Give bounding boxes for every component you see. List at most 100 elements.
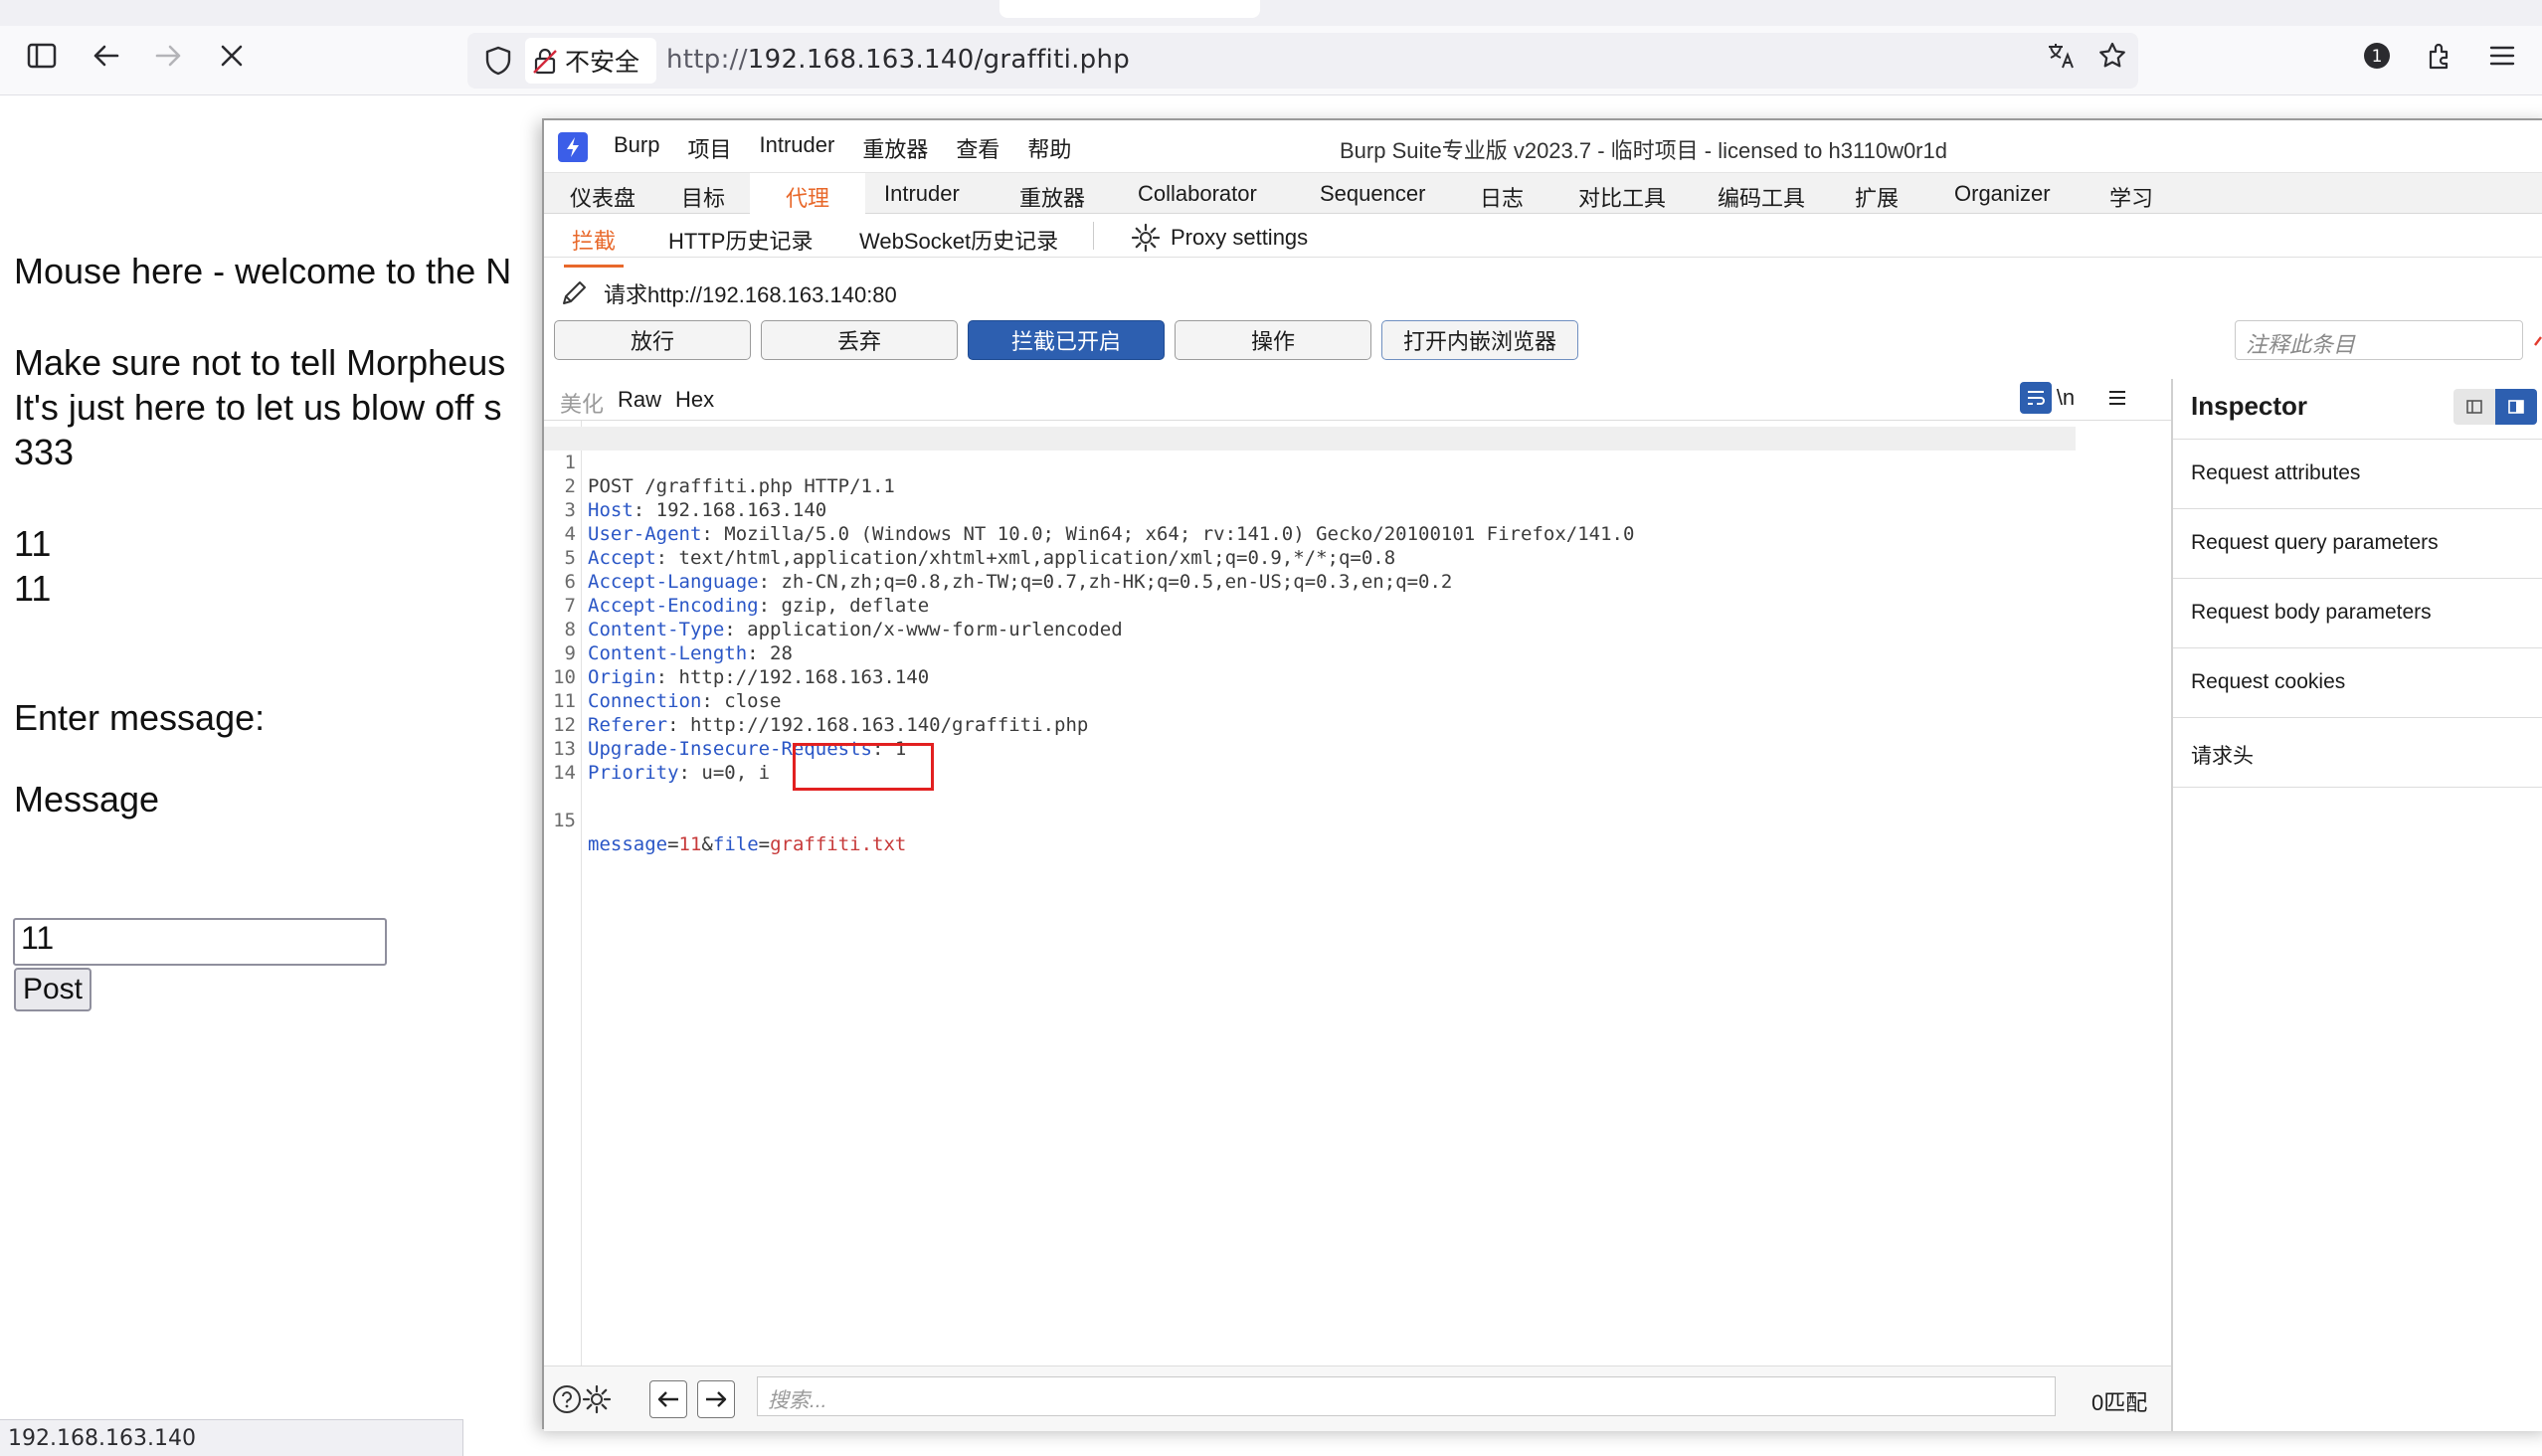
layout-panel-icon[interactable]	[2495, 389, 2537, 425]
inspector-request-headers[interactable]: 请求头	[2173, 718, 2542, 788]
page-morpheus-text: Make sure not to tell Morpheus	[14, 342, 506, 383]
site-security-indicator[interactable]: 不安全	[525, 38, 656, 84]
tab-target[interactable]: 目标	[681, 181, 725, 213]
body-ampersand: &	[701, 833, 713, 855]
show-newlines-toggle[interactable]: \n	[2050, 382, 2082, 414]
page-blow-off-text: It's just here to let us blow off s	[14, 387, 502, 428]
url-host-path: 192.168.163.140/graffiti.php	[747, 45, 1131, 75]
tab-hex[interactable]: Hex	[675, 387, 714, 413]
inspector-cookies[interactable]: Request cookies	[2173, 648, 2542, 718]
request-line: 14	[544, 737, 2171, 784]
tab-sequencer[interactable]: Sequencer	[1320, 181, 1425, 207]
request-line: 10 Connection: close	[544, 641, 2171, 712]
line-number: 15	[553, 810, 576, 831]
forward-icon[interactable]	[149, 36, 189, 76]
message-label: Message	[14, 779, 160, 819]
url-text[interactable]: http://192.168.163.140/graffiti.php	[666, 45, 1130, 75]
graffiti-entry: 11	[14, 568, 52, 609]
graffiti-entry: 333	[14, 432, 75, 472]
request-line: 3 User-Agent: Mozilla/5.0 (Windows NT 10…	[544, 474, 2171, 545]
menu-help[interactable]: 帮助	[1027, 132, 1071, 164]
proxy-settings-button[interactable]: Proxy settings	[1131, 223, 1308, 253]
proxy-settings-label: Proxy settings	[1171, 225, 1309, 250]
translate-icon[interactable]	[2043, 36, 2083, 76]
tab-learn[interactable]: 学习	[2109, 181, 2153, 213]
menu-project[interactable]: 项目	[687, 132, 731, 164]
search-settings-gear-icon[interactable]	[578, 1380, 616, 1418]
search-input[interactable]: 搜索...	[757, 1376, 2056, 1416]
request-target-label: 请求http://192.168.163.140:80	[604, 282, 897, 307]
inspector-title: Inspector	[2191, 391, 2308, 421]
tab-extensions[interactable]: 扩展	[1855, 181, 1899, 213]
post-button[interactable]: Post	[14, 968, 91, 1011]
app-menu-icon[interactable]	[2482, 36, 2522, 76]
tab-raw[interactable]: Raw	[595, 387, 684, 425]
highlight-box	[793, 743, 934, 791]
window-title: Burp Suite专业版 v2023.7 - 临时项目 - licensed …	[1340, 138, 1947, 163]
intercept-toggle-button[interactable]: 拦截已开启	[968, 320, 1165, 360]
bookmark-star-icon[interactable]	[2092, 36, 2132, 76]
menu-repeater[interactable]: 重放器	[862, 132, 928, 164]
action-button[interactable]: 操作	[1175, 320, 1371, 360]
tracking-protection-shield-icon[interactable]	[481, 44, 515, 78]
annotation-input[interactable]: 注释此条目	[2235, 320, 2523, 360]
tab-pretty[interactable]: 美化	[560, 387, 604, 419]
request-line	[544, 761, 2171, 785]
tab-proxy[interactable]: 代理	[767, 181, 848, 222]
burp-menu-bar: Burp 项目 Intruder 重放器 查看 帮助	[614, 132, 1071, 164]
editor-menu-icon[interactable]	[2101, 382, 2133, 414]
subtab-intercept[interactable]: 拦截	[563, 224, 625, 268]
tab-dashboard[interactable]: 仪表盘	[570, 181, 636, 213]
forward-button[interactable]: 放行	[554, 320, 751, 360]
match-count: 0匹配	[2091, 1390, 2148, 1415]
tab-comparer[interactable]: 对比工具	[1578, 181, 1666, 213]
subtab-websocket-history[interactable]: WebSocket历史记录	[859, 224, 1058, 256]
back-icon[interactable]	[86, 36, 125, 76]
inspector-query-parameters[interactable]: Request query parameters	[2173, 509, 2542, 579]
subtab-http-history[interactable]: HTTP历史记录	[668, 224, 813, 256]
sidebar-toggle-icon[interactable]	[22, 36, 62, 76]
request-line: 1 POST /graffiti.php HTTP/1.1	[544, 427, 2076, 497]
inspector-body-parameters[interactable]: Request body parameters	[2173, 579, 2542, 648]
request-line: 2 Host: 192.168.163.140	[544, 451, 2171, 521]
request-line: 11 Referer: http://192.168.163.140/graff…	[544, 665, 2171, 736]
tab-decoder[interactable]: 编码工具	[1718, 181, 1805, 213]
extensions-icon[interactable]	[2421, 36, 2460, 76]
stop-loading-icon[interactable]	[212, 36, 252, 76]
drop-button[interactable]: 丢弃	[761, 320, 958, 360]
annotation-color-icon[interactable]	[2533, 331, 2542, 346]
burp-suite-window: Burp 项目 Intruder 重放器 查看 帮助 Burp Suite专业版…	[542, 118, 2542, 1431]
request-body-line: 15 message=11&file=graffiti.txt	[544, 785, 2171, 855]
pencil-icon[interactable]	[558, 277, 590, 309]
next-match-arrow-icon[interactable]	[697, 1380, 735, 1418]
tab-collaborator[interactable]: Collaborator	[1138, 181, 1257, 207]
menu-intruder[interactable]: Intruder	[760, 132, 835, 164]
body-param-name: message	[588, 833, 668, 855]
menu-burp[interactable]: Burp	[614, 132, 659, 164]
burp-main-tabs: 仪表盘 目标 代理 Intruder 重放器 Collaborator Sequ…	[544, 172, 2542, 222]
account-badge-icon[interactable]: 1	[2357, 36, 2397, 76]
subtab-divider	[1093, 222, 1094, 250]
word-wrap-icon[interactable]	[2020, 382, 2052, 414]
previous-match-arrow-icon[interactable]	[649, 1380, 687, 1418]
request-editor[interactable]: 1 POST /graffiti.php HTTP/1.1 2 Host: 19…	[544, 421, 2171, 1365]
open-browser-button[interactable]: 打开内嵌浏览器	[1381, 320, 1578, 360]
inspector-request-attributes[interactable]: Request attributes	[2173, 440, 2542, 509]
tab-repeater[interactable]: 重放器	[1019, 181, 1085, 213]
request-line: 4 Accept: text/html,application/xhtml+xm…	[544, 498, 2171, 569]
tab-organizer[interactable]: Organizer	[1954, 181, 2051, 207]
burp-title-bar: Burp 项目 Intruder 重放器 查看 帮助 Burp Suite专业版…	[544, 120, 2542, 172]
request-line: 6 Accept-Encoding: gzip, deflate	[544, 546, 2171, 617]
message-editor-tabs: 美化 Raw Hex	[544, 379, 2171, 425]
layout-list-icon[interactable]	[2453, 389, 2495, 425]
link-status-bar: 192.168.163.140	[0, 1419, 463, 1456]
insecure-lock-icon	[533, 48, 557, 75]
graffiti-entry: 11	[14, 523, 52, 564]
tab-intruder[interactable]: Intruder	[884, 181, 960, 207]
body-equals: =	[667, 833, 679, 855]
menu-view[interactable]: 查看	[956, 132, 999, 164]
browser-tab[interactable]	[999, 0, 1260, 18]
inspector-layout-toggle[interactable]	[2453, 389, 2537, 425]
tab-logger[interactable]: 日志	[1480, 181, 1524, 213]
message-input[interactable]: 11	[13, 918, 387, 966]
